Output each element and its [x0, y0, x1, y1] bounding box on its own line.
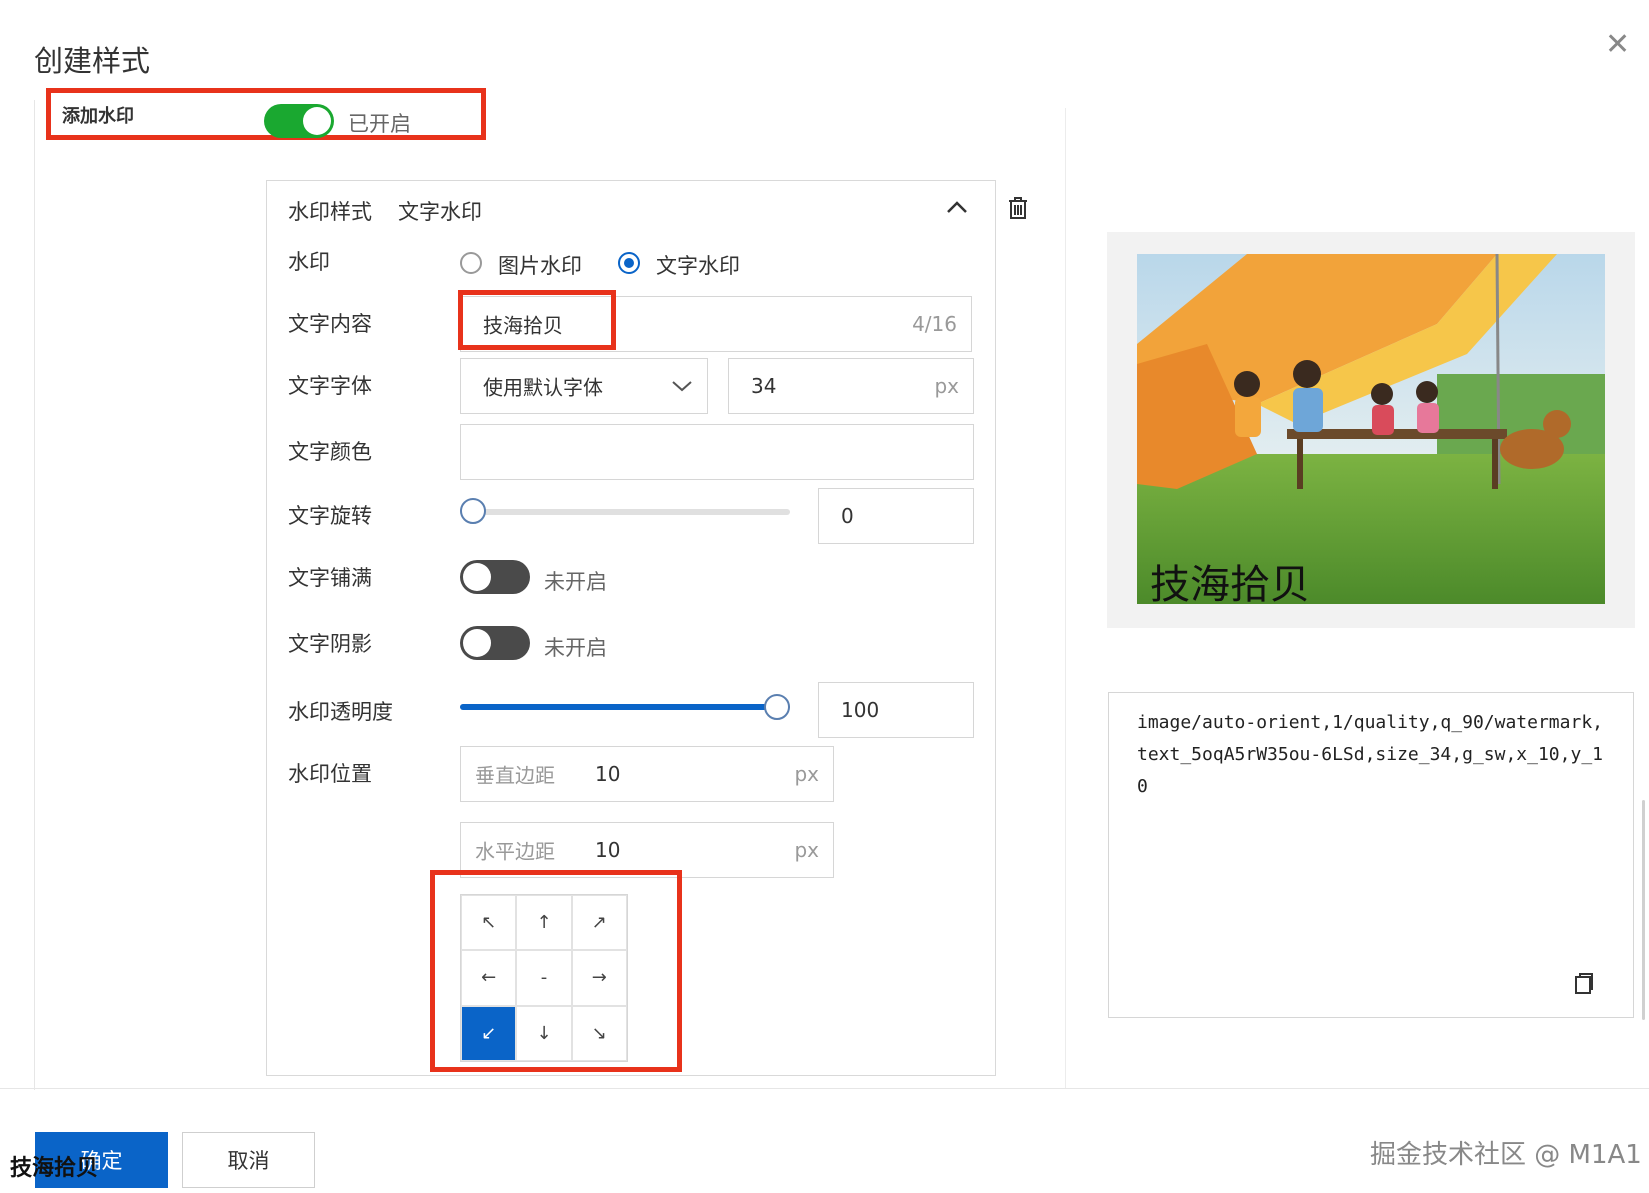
tile-switch[interactable]	[460, 560, 530, 594]
style-code-box[interactable]: image/auto-orient,1/quality,q_90/waterma…	[1108, 692, 1634, 1018]
add-watermark-label: 添加水印	[62, 106, 134, 127]
font-select-value: 使用默认字体	[483, 375, 603, 400]
copy-icon[interactable]	[1572, 972, 1594, 996]
image-watermark-option[interactable]: 图片水印	[498, 250, 582, 280]
divider	[34, 100, 35, 1090]
divider	[0, 1088, 1649, 1089]
vertical-margin-label: 垂直边距	[475, 763, 555, 788]
dialog-title: 创建样式	[34, 44, 151, 78]
text-watermark-option[interactable]: 文字水印	[656, 250, 740, 280]
rotation-slider-track[interactable]	[460, 509, 790, 515]
preview-watermark-text: 技海拾贝	[1150, 562, 1310, 608]
switch-knob	[303, 107, 331, 135]
watermark-style-label: 水印样式	[288, 200, 372, 224]
font-size-unit: px	[934, 374, 959, 398]
add-watermark-status: 已开启	[348, 112, 411, 136]
shadow-status: 未开启	[544, 636, 607, 660]
opacity-slider-handle[interactable]	[764, 694, 790, 720]
watermark-style-value: 文字水印	[398, 200, 482, 224]
overlay-watermark: 技海拾贝	[10, 1156, 99, 1181]
trash-icon[interactable]	[1007, 196, 1029, 224]
switch-knob	[463, 563, 491, 591]
opacity-slider-track[interactable]	[460, 704, 790, 710]
cancel-button[interactable]: 取消	[182, 1132, 315, 1188]
rotation-value: 0	[841, 504, 854, 528]
watermark-type-label: 水印	[288, 250, 330, 274]
font-size-value: 34	[751, 374, 777, 398]
chevron-up-icon[interactable]	[944, 194, 970, 224]
opacity-slider-fill	[460, 704, 790, 710]
close-icon[interactable]: ✕	[1605, 30, 1630, 60]
tile-status: 未开启	[544, 570, 607, 594]
shadow-label: 文字阴影	[288, 632, 372, 656]
rotation-slider-handle[interactable]	[460, 498, 486, 524]
tile-label: 文字铺满	[288, 566, 372, 590]
site-watermark: 掘金技术社区 @ M1A1	[1370, 1140, 1642, 1170]
divider	[1065, 108, 1066, 1088]
font-label: 文字字体	[288, 374, 372, 398]
switch-knob	[463, 629, 491, 657]
font-size-input[interactable]: 34 px	[728, 358, 974, 414]
horizontal-margin-unit: px	[794, 838, 819, 862]
color-label: 文字颜色	[288, 440, 372, 464]
rotation-label: 文字旋转	[288, 504, 372, 528]
scrollbar[interactable]	[1642, 800, 1645, 1020]
shadow-switch[interactable]	[460, 626, 530, 660]
vertical-margin-input[interactable]: 垂直边距 10 px	[460, 746, 834, 802]
opacity-label: 水印透明度	[288, 700, 393, 724]
color-input[interactable]	[460, 424, 974, 480]
position-label: 水印位置	[288, 762, 372, 786]
horizontal-margin-value: 10	[595, 838, 621, 862]
char-counter: 4/16	[912, 312, 957, 336]
opacity-value: 100	[841, 698, 880, 722]
text-watermark-radio[interactable]	[618, 252, 640, 274]
image-watermark-radio[interactable]	[460, 252, 482, 274]
font-select[interactable]: 使用默认字体	[460, 358, 708, 414]
text-content-label: 文字内容	[288, 312, 372, 336]
chevron-down-icon	[671, 374, 693, 398]
vertical-margin-unit: px	[794, 762, 819, 786]
style-code-text: image/auto-orient,1/quality,q_90/waterma…	[1137, 712, 1603, 797]
highlight-box	[430, 870, 682, 1072]
opacity-input[interactable]: 100	[818, 682, 974, 738]
highlight-box	[458, 290, 616, 350]
add-watermark-switch[interactable]	[264, 104, 334, 138]
vertical-margin-value: 10	[595, 762, 621, 786]
horizontal-margin-label: 水平边距	[475, 839, 555, 864]
rotation-input[interactable]: 0	[818, 488, 974, 544]
